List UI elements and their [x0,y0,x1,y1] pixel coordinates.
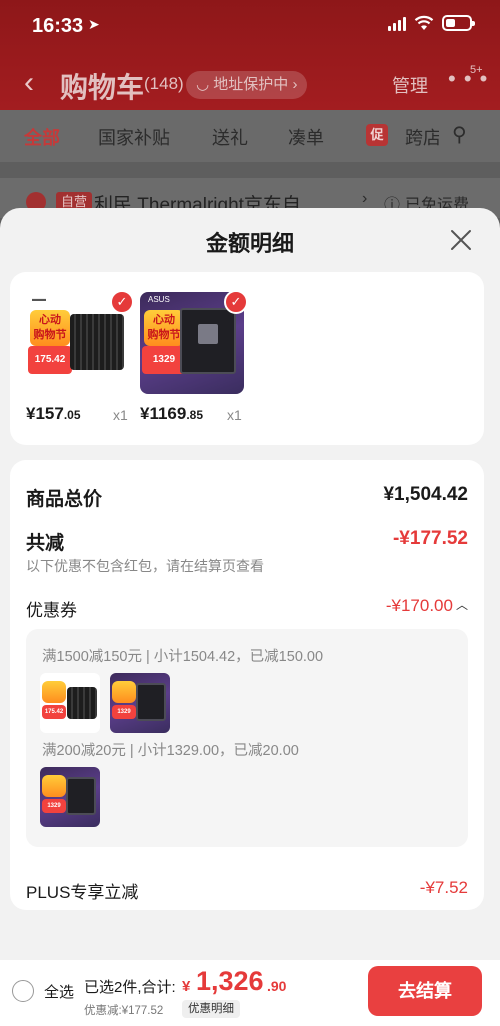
tab-all[interactable]: 全部 [24,124,60,150]
product-price: ¥157.05 [26,404,81,423]
status-icons [388,15,475,31]
product-thumb-motherboard: 1329 [40,767,100,827]
cellular-signal-icon [388,15,406,31]
tab-cross-store[interactable]: 跨店 [405,124,439,150]
chevron-right-icon: › [288,76,298,93]
select-all-label[interactable]: 全选 [44,981,74,1002]
plus-value: -¥7.52 [419,878,468,897]
product-item[interactable]: ASUS 心动 购物节 1329 ✓ ¥1169.85 [140,290,250,423]
status-time: 16:33 [32,15,84,37]
product-qty: x1 [227,407,242,423]
promo-icon: 促 [366,124,388,146]
more-badge: 5+ [470,64,483,76]
discount-summary: 优惠减:¥177.52 [84,1005,164,1017]
cart-count: (148) [144,74,184,93]
coupon-label: 优惠券 [26,601,77,620]
plus-label: PLUS专享立减 [26,883,139,902]
price-detail-card: 商品总价 ¥1,504.42 共减 -¥177.52 以下优惠不包含红包，请在结… [10,460,484,910]
coupon-group-text: 满200减20元 | 小计1329.00，已减20.00 [42,743,299,759]
reduce-value: -¥177.52 [392,528,468,549]
coupon-value: -¥170.00 [385,596,453,615]
thermalright-logo: ▬▬ [32,296,46,303]
products-card: ▬▬ 心动 购物节 175.42 ✓ ¥157.05 x1 ASUS 心动购物节… [10,272,484,445]
location-arrow-icon: ➤ [88,16,100,32]
back-arrow-icon[interactable]: ‹ [24,66,34,100]
selected-info: 已选2件,合计: [84,979,176,996]
tab-gift[interactable]: 送礼 [212,124,248,150]
shield-smile-icon: ◡ [196,76,214,93]
checkout-bar: 全选 已选2件,合计: ¥ 1,326 .90 优惠减:¥177.52 优惠明细… [0,960,500,1026]
amount-detail-sheet: 金额明细 ▬▬ 心动 购物节 175.42 ✓ ¥157.05 x1 ASUS … [0,208,500,960]
close-icon[interactable] [449,228,473,252]
chevron-right-icon: › [362,190,368,207]
manage-button[interactable]: 管理 [392,72,428,98]
discount-detail-button[interactable]: 优惠明细 [182,1000,240,1018]
coupon-breakdown: 满1500减150元 | 小计1504.42，已减150.00 175.42 1… [26,629,468,847]
cart-tabs: 全部 国家补贴 送礼 凑单 促 跨店 ⚲ [0,110,500,162]
brand-logo: ASUS [148,295,170,304]
cart-header: ‹ 购物车 (148) ◡ 地址保护中 › 管理 • • • 5+ [0,56,500,110]
total-decimal: .90 [267,978,287,994]
search-icon[interactable]: ⚲ [452,122,467,147]
checkmark-icon[interactable]: ✓ [224,290,248,314]
chevron-up-icon: ︿ [455,598,468,612]
total-value: ¥1,504.42 [383,484,468,505]
checkmark-icon[interactable]: ✓ [110,290,134,314]
select-all-radio[interactable] [12,980,34,1002]
promo-badge: 心动 购物节 [144,310,184,346]
tab-bundle[interactable]: 凑单 [288,124,324,150]
battery-icon [442,15,475,31]
coupon-toggle[interactable]: -¥170.00 ︿ [386,596,468,616]
address-protection-pill[interactable]: ◡ 地址保护中 › [186,71,308,99]
image-price-badge: 175.42 [28,346,72,374]
reduce-label: 共减 [26,533,65,554]
page-title: 购物车 [60,72,145,103]
product-price: ¥1169.85 [140,404,204,423]
product-qty: x1 [113,407,128,423]
product-thumb-motherboard: 1329 [110,673,170,733]
motherboard-illustration [180,308,236,374]
total-amount: 1,326 [196,966,264,996]
address-protection-label: 地址保护中 [213,76,289,93]
promo-badge: 心动 购物节 [30,310,70,346]
status-bar: 16:33 ➤ [0,0,500,52]
sheet-title: 金额明细 [205,231,294,256]
tab-national-subsidy[interactable]: 国家补贴 [98,124,170,150]
wifi-icon [414,15,434,30]
checkout-button[interactable]: 去结算 [368,966,482,1016]
total-label: 商品总价 [26,489,103,510]
product-item[interactable]: ▬▬ 心动 购物节 175.42 ✓ ¥157.05 [26,290,136,423]
coupon-group-text: 满1500减150元 | 小计1504.42，已减150.00 [42,649,324,665]
reduce-note: 以下优惠不包含红包，请在结算页查看 [26,558,264,574]
total-currency: ¥ [182,978,191,995]
cooler-illustration [70,314,124,370]
product-thumb-cooler: 175.42 [40,673,100,733]
